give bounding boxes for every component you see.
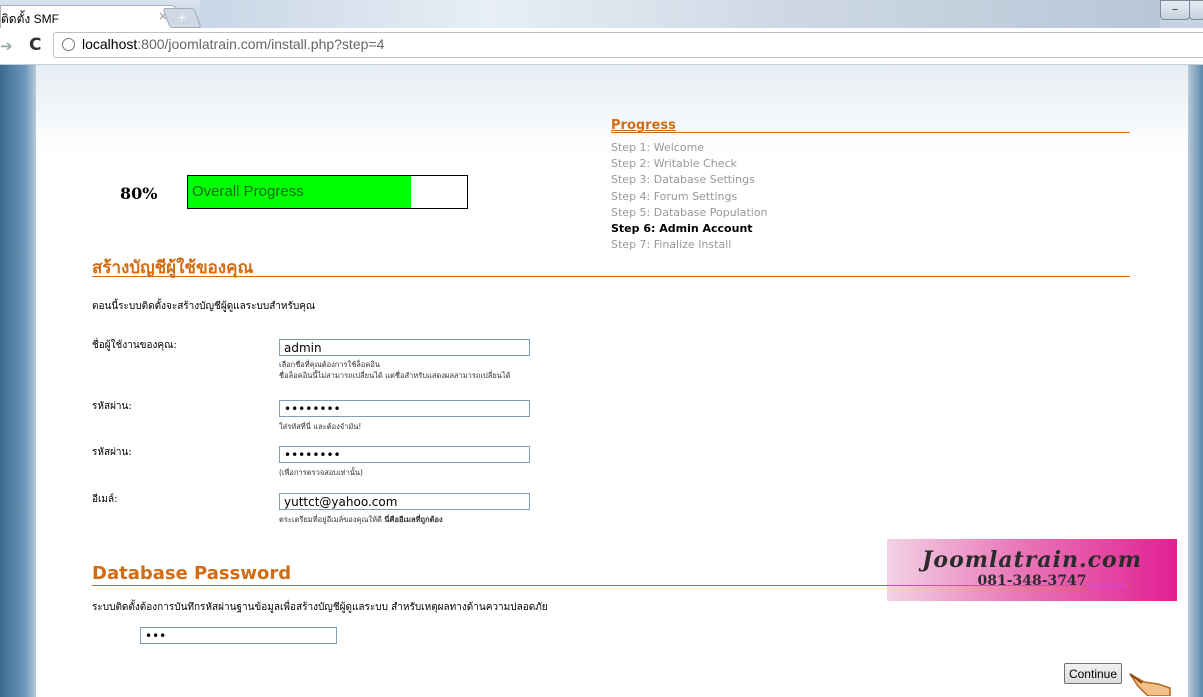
progress-divider [611, 132, 1130, 133]
email-help: ตระเตรียมที่อยู่อีเมล์ของคุณให้ดี นี่คือ… [279, 515, 443, 524]
progress-step: Step 3: Database Settings [611, 173, 755, 187]
browser-tab-strip: ติดตั้ง SMF × + – [0, 0, 1203, 29]
watermark-phone: 081-348-3747 [977, 573, 1087, 589]
url-text: localhost:800/joomlatrain.com/install.ph… [82, 36, 385, 52]
database-password-heading: Database Password [92, 563, 292, 584]
minimize-icon: – [1172, 2, 1178, 16]
progress-title: Progress [611, 118, 676, 133]
progress-steps-list: Step 1: Welcome Step 2: Writable Check Ste… [611, 140, 768, 253]
username-label: ชื่อผู้ใช้งานของคุณ: [92, 340, 177, 351]
page-left-border [0, 65, 36, 697]
password-verify-label: รหัสผ่าน: [92, 447, 132, 458]
progress-step: Step 6: Admin Account [611, 222, 753, 236]
progress-step: Step 5: Database Population [611, 205, 768, 219]
username-input[interactable] [279, 339, 530, 356]
email-label: อีเมล์: [92, 494, 118, 505]
progress-step: Step 4: Forum Settings [611, 189, 738, 203]
joomlatrain-watermark-banner: Joomlatrain.com 081-348-3747 [887, 539, 1177, 601]
password-input[interactable] [279, 400, 530, 417]
overall-progress-bar: Overall Progress [187, 175, 468, 209]
progress-step: Step 1: Welcome [611, 141, 705, 154]
continue-button[interactable]: Continue [1064, 663, 1122, 684]
username-help: เลือกชื่อที่คุณต้องการใช้ล็อคอิน ชื่อล็อ… [279, 360, 511, 380]
password-verify-input[interactable] [279, 446, 530, 463]
forward-arrow-icon[interactable]: ➔ [0, 37, 13, 55]
browser-toolbar: ➔ C localhost:800/joomlatrain.com/instal… [0, 28, 1203, 65]
admin-intro-text: ตอนนี้ระบบติดตั้งจะสร้างบัญชีผู้ดูแลระบบ… [92, 301, 316, 312]
password-help: ใส่รหัสที่นี่ และต้องจำมัน! [279, 422, 362, 431]
password-label: รหัสผ่าน: [92, 401, 132, 412]
page-right-border [1188, 65, 1203, 697]
progress-step: Step 7: Finalize Install [611, 238, 732, 252]
watermark-site: Joomlatrain.com [921, 547, 1142, 573]
plus-icon: + [177, 11, 187, 24]
database-password-description: ระบบติดตั้งต้องการบันทึกรหัสผ่านฐานข้อมู… [92, 602, 548, 613]
email-input[interactable] [279, 493, 530, 510]
browser-tab[interactable]: ติดตั้ง SMF × [0, 5, 177, 29]
page-info-icon[interactable] [62, 38, 75, 51]
tab-strip-background [200, 0, 1160, 28]
maximize-button[interactable] [1189, 0, 1203, 20]
hand-pointer-icon [1129, 673, 1171, 696]
section-divider [92, 585, 1130, 586]
new-tab-button[interactable]: + [162, 8, 202, 28]
password-verify-help: (เพื่อการตรวจสอบเท่านั้น) [279, 468, 363, 477]
overall-progress-label: Overall Progress [192, 183, 304, 200]
minimize-button[interactable]: – [1160, 0, 1190, 20]
database-password-input[interactable] [140, 627, 337, 644]
reload-icon[interactable]: C [29, 35, 41, 55]
address-bar[interactable]: localhost:800/joomlatrain.com/install.ph… [53, 32, 1203, 58]
tab-title: ติดตั้ง SMF [1, 12, 59, 26]
overall-progress-percent: 80% [120, 184, 158, 203]
progress-step: Step 2: Writable Check [611, 157, 737, 171]
section-divider [92, 276, 1130, 277]
